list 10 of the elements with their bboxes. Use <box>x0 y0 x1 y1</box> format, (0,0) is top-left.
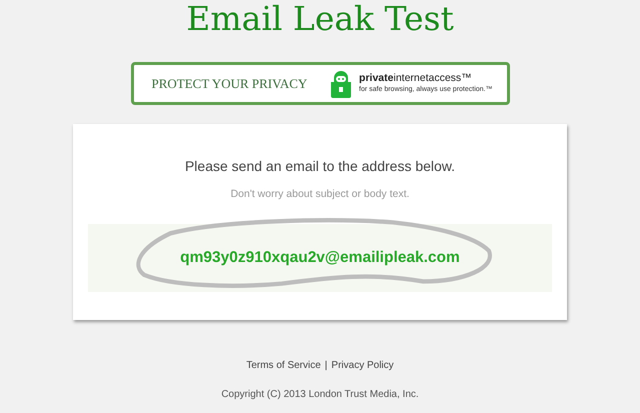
padlock-icon <box>330 70 352 98</box>
copyright-text: Copyright (C) 2013 London Trust Media, Inc. <box>221 389 419 400</box>
instruction-text: Please send an email to the address below. <box>184 158 456 174</box>
brand-name: privateinternetaccess™ <box>359 72 473 84</box>
banner-slogan: PROTECT YOUR PRIVACY <box>152 76 308 92</box>
footer-link[interactable]: Privacy Policy <box>331 360 394 371</box>
page-title: Email Leak Test <box>186 0 454 40</box>
link-separator: | <box>324 360 328 371</box>
hint-text: Don't worry about subject or body text. <box>230 188 410 200</box>
footer-link[interactable]: Terms of Service <box>246 360 321 371</box>
